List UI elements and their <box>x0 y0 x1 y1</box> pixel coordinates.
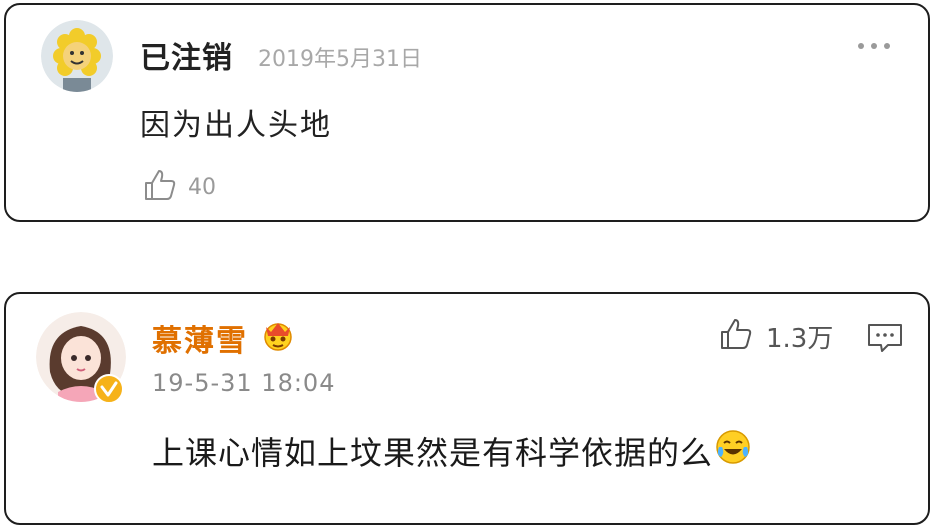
like-count: 40 <box>188 174 216 200</box>
more-dots-icon[interactable] <box>858 43 890 49</box>
comment-text: 上课心情如上坟果然是有科学依据的么 <box>152 434 714 472</box>
thumb-up-icon <box>142 167 178 207</box>
comment-text-row: 上课心情如上坟果然是有科学依据的么 <box>152 428 751 474</box>
like-count: 1.3万 <box>766 323 834 354</box>
username[interactable]: 已注销 <box>140 33 233 77</box>
laugh-cry-emoji-icon <box>715 429 751 473</box>
thumb-up-icon <box>718 316 754 356</box>
like-button[interactable]: 1.3万 <box>718 316 833 356</box>
comment-text: 因为出人头地 <box>140 108 332 143</box>
crown-emoji-icon <box>261 318 295 356</box>
username[interactable]: 慕薄雪 <box>152 316 248 360</box>
comment-card: 慕薄雪 19-5-31 18:04 1.3万 上课心情如上坟果然是有科学依据的么 <box>4 292 930 525</box>
verified-badge-icon <box>94 374 124 408</box>
comment-card: 已注销 2019年5月31日 因为出人头地 40 <box>4 3 930 222</box>
like-button[interactable]: 40 <box>142 167 216 207</box>
reply-bubble-icon[interactable] <box>866 321 904 359</box>
avatar[interactable] <box>41 20 113 92</box>
comment-date: 2019年5月31日 <box>258 47 422 72</box>
comment-time: 19-5-31 18:04 <box>152 369 336 397</box>
